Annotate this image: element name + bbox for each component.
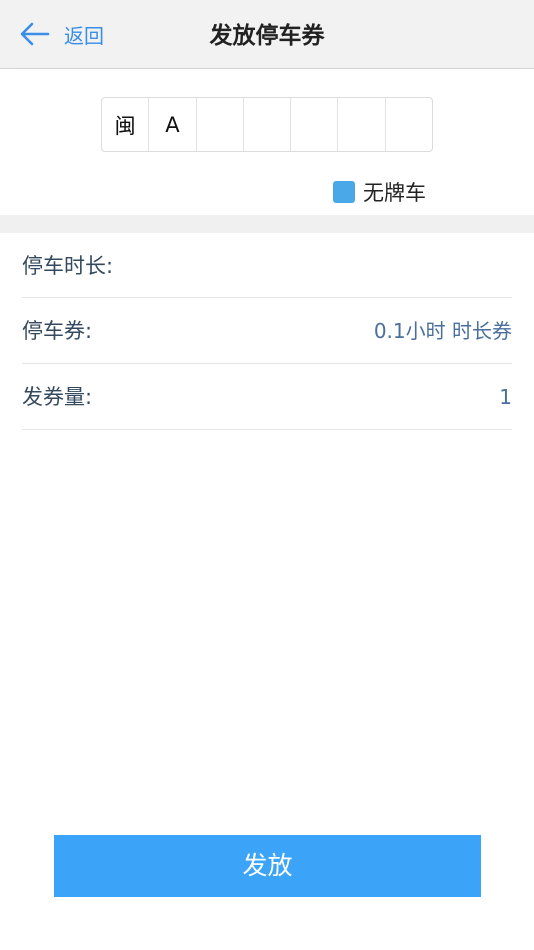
plate-cell-3[interactable] bbox=[197, 98, 244, 151]
quantity-label: 发券量: bbox=[22, 385, 93, 409]
parking-duration-label: 停车时长: bbox=[22, 254, 114, 278]
plate-cell-7[interactable] bbox=[386, 98, 432, 151]
quantity-value: 1 bbox=[499, 385, 512, 409]
nav-bar: 返回 发放停车券 bbox=[0, 0, 534, 69]
coupon-row[interactable]: 停车券: 0.1小时 时长券 bbox=[22, 298, 512, 364]
issue-button[interactable]: 发放 bbox=[54, 835, 481, 897]
quantity-row[interactable]: 发券量: 1 bbox=[22, 364, 512, 430]
plate-cell-province[interactable]: 闽 bbox=[102, 98, 150, 151]
no-plate-label: 无牌车 bbox=[363, 181, 426, 205]
no-plate-checkbox[interactable] bbox=[333, 181, 355, 203]
parking-duration-row[interactable]: 停车时长: bbox=[22, 233, 512, 298]
back-button[interactable]: 返回 bbox=[18, 18, 104, 54]
plate-input-group: 闽 A bbox=[101, 97, 433, 152]
back-label: 返回 bbox=[64, 24, 104, 48]
no-plate-toggle[interactable]: 无牌车 bbox=[333, 177, 426, 207]
plate-panel: 闽 A 无牌车 bbox=[0, 69, 534, 215]
plate-cell-4[interactable] bbox=[244, 98, 292, 151]
plate-cell-letter[interactable]: A bbox=[149, 98, 197, 151]
coupon-label: 停车券: bbox=[22, 319, 93, 343]
section-divider bbox=[0, 215, 534, 233]
coupon-form: 停车时长: 停车券: 0.1小时 时长券 发券量: 1 bbox=[0, 233, 534, 430]
page: 返回 发放停车券 闽 A 无牌车 停车时长: 停车券: 0.1小时 时长券 发券… bbox=[0, 0, 534, 950]
coupon-value: 0.1小时 时长券 bbox=[373, 319, 512, 343]
arrow-left-icon bbox=[18, 17, 52, 55]
plate-cell-5[interactable] bbox=[291, 98, 339, 151]
plate-cell-6[interactable] bbox=[338, 98, 386, 151]
